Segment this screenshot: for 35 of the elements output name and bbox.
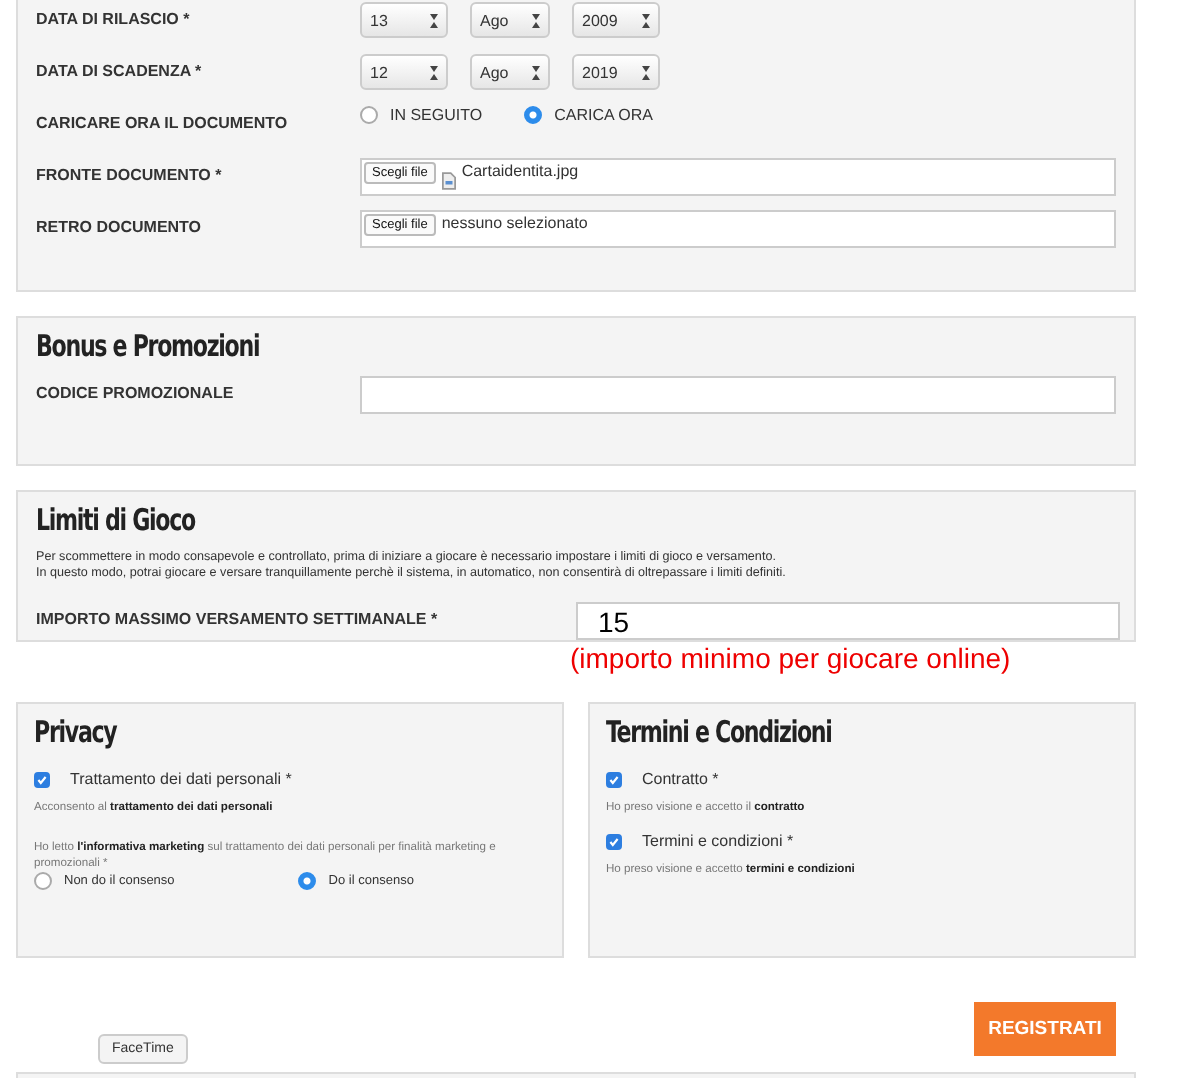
dropdown[interactable]: 13 <box>360 2 448 38</box>
radio-button[interactable] <box>298 872 317 890</box>
input-field[interactable]: 15 <box>576 602 1120 640</box>
field-label: FRONTE DOCUMENTO * <box>36 164 224 184</box>
dropdown[interactable]: 2009 <box>572 2 660 38</box>
radio-label: CARICA ORA <box>554 106 653 124</box>
field-label: DATA DI SCADENZA * <box>36 60 204 80</box>
checkbox[interactable] <box>34 771 50 787</box>
input-field[interactable] <box>360 376 1116 414</box>
field-label: RETRO DOCUMENTO <box>36 216 204 236</box>
file-name: Cartaidentita.jpg <box>461 162 579 180</box>
file-icon <box>441 172 456 190</box>
radio-button[interactable] <box>34 872 52 890</box>
dropdown[interactable]: Ago <box>470 54 550 90</box>
checkbox-label: Trattamento dei dati personali * <box>70 770 292 788</box>
dropdown[interactable]: Ago <box>470 2 550 38</box>
field-label: DATA DI RILASCIO * <box>36 8 192 28</box>
checkbox-label: Termini e condizioni * <box>642 832 794 850</box>
file-name: nessuno selezionato <box>441 214 588 232</box>
dropdown[interactable]: 12 <box>360 54 448 90</box>
checkbox[interactable] <box>606 833 622 849</box>
field-label: IMPORTO MASSIMO VERSAMENTO SETTIMANALE * <box>36 608 440 628</box>
dropdown[interactable]: 2019 <box>572 54 660 90</box>
hint-text: (importo minimo per giocare online) <box>570 641 1013 673</box>
section-title: Bonus e Promozioni <box>36 326 262 368</box>
radio-label: IN SEGUITO <box>390 106 483 124</box>
radio-button[interactable] <box>524 106 543 124</box>
section-title: Termini e Condizioni <box>606 712 834 754</box>
section-title: Limiti di Gioco <box>36 500 198 542</box>
checkbox-label: Contratto * <box>642 770 719 788</box>
checkbox[interactable] <box>606 771 622 787</box>
field-label: CODICE PROMOZIONALE <box>36 382 236 402</box>
radio-button[interactable] <box>360 106 378 124</box>
field-label: CARICARE ORA IL DOCUMENTO <box>36 112 290 132</box>
section-title: Privacy <box>34 712 119 754</box>
